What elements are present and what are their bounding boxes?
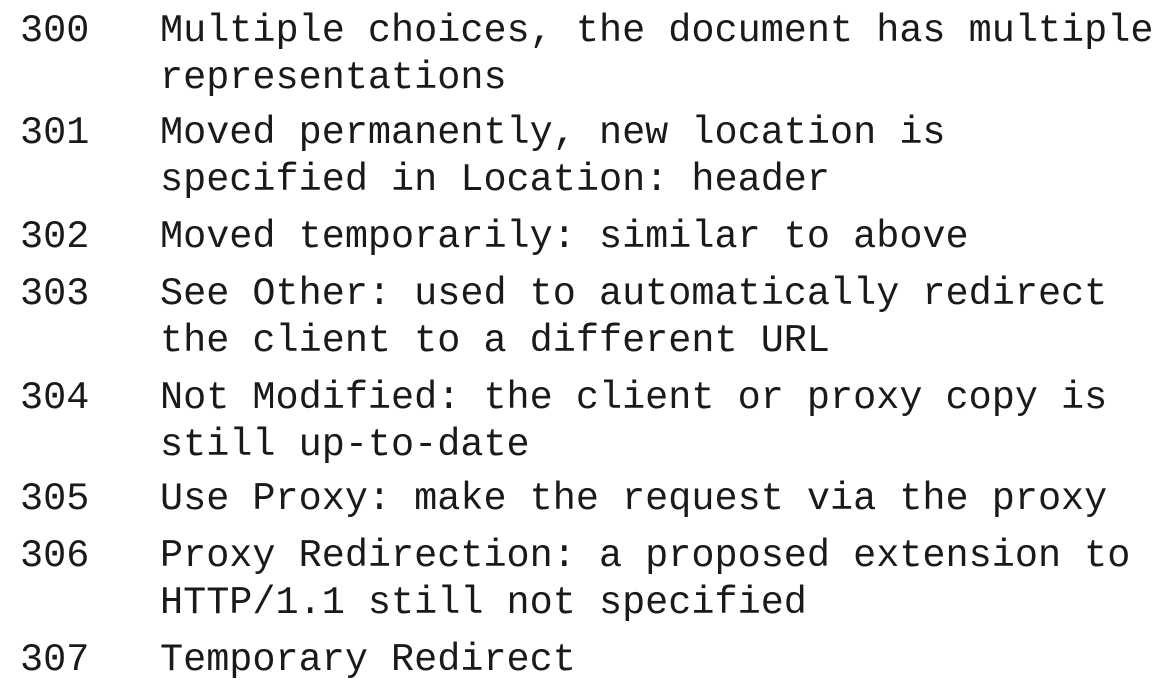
- status-code: 303: [20, 272, 90, 316]
- status-code: 307: [20, 638, 90, 682]
- status-description: Moved permanently, new location is speci…: [160, 110, 1170, 204]
- description-line: Proxy Redirection: a proposed extension …: [160, 534, 1131, 578]
- status-description: Not Modified: the client or proxy copy i…: [160, 375, 1170, 469]
- status-description: Use Proxy: make the request via the prox…: [160, 476, 1170, 523]
- description-line: HTTP/1.1 still not specified: [160, 581, 807, 625]
- status-code: 300: [20, 9, 90, 53]
- description-line: the client to a different URL: [160, 319, 831, 363]
- description-line: Use Proxy: make the request via the prox…: [160, 477, 1108, 521]
- description-line: still up-to-date: [160, 423, 530, 467]
- description-line: Moved temporarily: similar to above: [160, 215, 969, 259]
- status-code: 302: [20, 215, 90, 259]
- status-description: Temporary Redirect: [160, 637, 1170, 684]
- status-code: 301: [20, 111, 90, 155]
- status-code: 306: [20, 534, 90, 578]
- status-code: 304: [20, 376, 90, 420]
- description-line: Multiple choices, the document has multi…: [160, 9, 1154, 53]
- description-line: Moved permanently, new location is: [160, 111, 946, 155]
- status-description: Multiple choices, the document has multi…: [160, 8, 1170, 102]
- description-line: See Other: used to automatically redirec…: [160, 272, 1108, 316]
- status-code: 305: [20, 477, 90, 521]
- status-description: Proxy Redirection: a proposed extension …: [160, 533, 1170, 627]
- description-line: Not Modified: the client or proxy copy i…: [160, 376, 1108, 420]
- status-description: See Other: used to automatically redirec…: [160, 271, 1170, 365]
- description-line: Temporary Redirect: [160, 638, 576, 682]
- description-line: specified in Location: header: [160, 158, 831, 202]
- description-line: representations: [160, 56, 507, 100]
- status-description: Moved temporarily: similar to above: [160, 214, 1170, 261]
